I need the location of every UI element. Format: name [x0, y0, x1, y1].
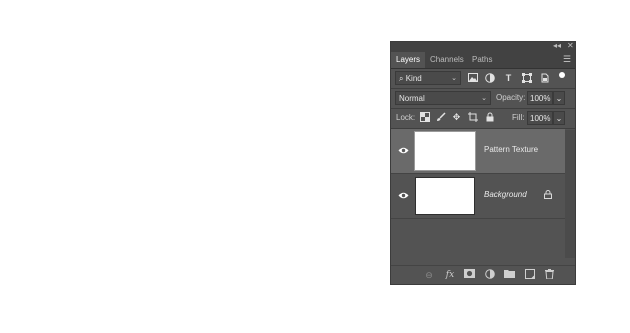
kind-filter-dropdown[interactable]: ⌕ Kind ⌄ [395, 71, 461, 85]
layer-row-pattern-texture[interactable]: Pattern Texture [391, 129, 565, 174]
chevron-down-icon: ⌄ [451, 75, 457, 82]
delete-layer-icon[interactable] [543, 269, 555, 281]
opacity-input[interactable]: 100% [527, 91, 553, 105]
fill-label: Fill: [512, 113, 525, 122]
lock-image-pixels-icon[interactable] [435, 112, 446, 123]
lock-transparent-pixels-icon[interactable] [419, 112, 430, 123]
layer-thumbnail[interactable] [414, 131, 476, 171]
close-icon[interactable]: ✕ [567, 41, 574, 51]
lock-position-icon[interactable]: ✥ [451, 112, 462, 123]
new-adjustment-layer-icon[interactable] [484, 269, 496, 281]
fx-icon[interactable]: fx [444, 269, 456, 281]
shape-filter-icon[interactable] [521, 73, 532, 84]
fill-input[interactable]: 100% [527, 111, 553, 125]
chevron-down-icon: ⌄ [481, 95, 487, 102]
filter-toggle-icon[interactable] [559, 72, 565, 78]
smartobject-filter-icon[interactable] [539, 73, 550, 84]
opacity-dropdown-button[interactable]: ⌄ [553, 91, 565, 105]
image-filter-icon[interactable] [467, 73, 478, 84]
search-icon: ⌕ [399, 74, 404, 83]
layer-name[interactable]: Pattern Texture [484, 145, 538, 154]
opacity-label: Opacity: [496, 93, 526, 102]
visibility-eye-icon[interactable] [398, 191, 409, 200]
add-mask-icon[interactable] [463, 269, 475, 281]
lock-label: Lock: [396, 113, 416, 122]
layer-thumbnail[interactable] [415, 177, 475, 215]
kind-label: Kind [405, 74, 422, 83]
blend-mode-value: Normal [399, 94, 425, 103]
tab-channels[interactable]: Channels [425, 52, 467, 68]
tab-layers[interactable]: Layers [391, 52, 425, 68]
lock-icon [544, 190, 552, 199]
layer-row-background[interactable]: Background [391, 174, 565, 219]
adjustment-filter-icon[interactable] [484, 73, 495, 84]
lock-artboard-icon[interactable] [467, 112, 478, 123]
type-filter-icon[interactable]: T [503, 73, 514, 84]
layers-bottom-toolbar: ⊖ fx [391, 265, 575, 284]
lock-all-icon[interactable] [484, 112, 495, 123]
tab-paths[interactable]: Paths [467, 52, 499, 68]
blend-mode-dropdown[interactable]: Normal ⌄ [395, 91, 491, 105]
layers-panel: ◂◂ ✕ Layers Channels Paths ☰ ⌕ Kind ⌄ T … [390, 41, 576, 285]
collapse-arrows-icon[interactable]: ◂◂ [553, 41, 561, 51]
visibility-eye-icon[interactable] [398, 146, 409, 155]
new-layer-icon[interactable] [524, 269, 536, 281]
layer-name[interactable]: Background [484, 190, 527, 199]
link-layers-icon[interactable]: ⊖ [423, 269, 435, 281]
new-group-folder-icon[interactable] [503, 269, 515, 281]
divider [391, 88, 575, 89]
panel-title-bar: ◂◂ ✕ [391, 41, 575, 52]
divider [391, 108, 575, 109]
fill-dropdown-button[interactable]: ⌄ [553, 111, 565, 125]
layers-scrollbar[interactable] [565, 130, 575, 258]
panel-tabs: Layers Channels Paths ☰ [391, 52, 575, 69]
panel-menu-icon[interactable]: ☰ [563, 54, 571, 65]
